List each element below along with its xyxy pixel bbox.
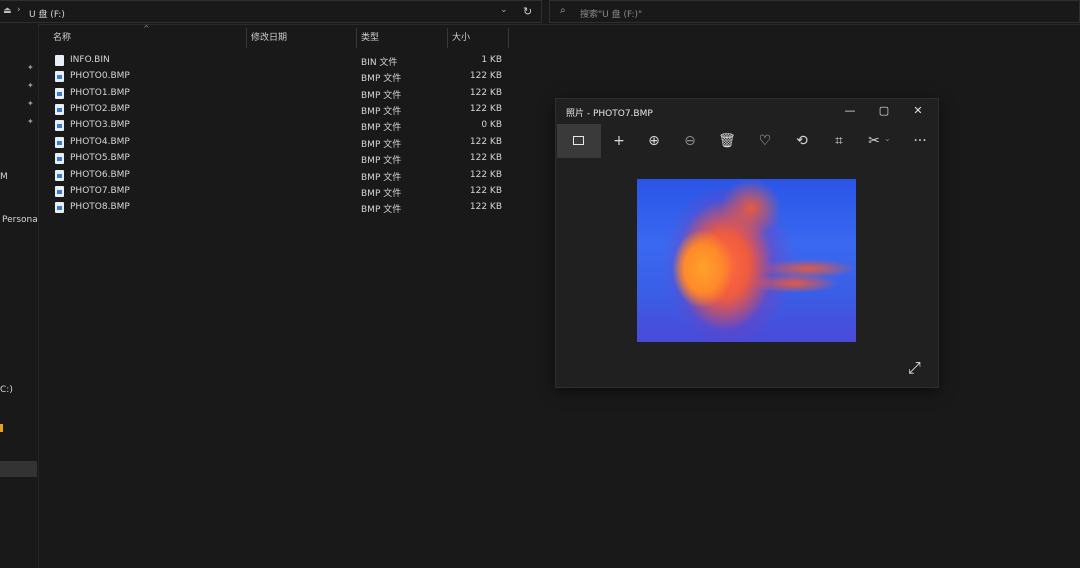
column-separator[interactable] xyxy=(356,28,357,48)
delete-icon[interactable]: 🗑 xyxy=(709,124,745,158)
address-path: U 盘 (F:) xyxy=(29,10,65,20)
file-type: BMP 文件 xyxy=(361,107,402,117)
file-size: 122 KB xyxy=(469,137,502,147)
crop-icon[interactable]: ⌗ xyxy=(821,124,857,158)
column-separator[interactable] xyxy=(508,28,509,48)
image-file-icon xyxy=(55,71,64,82)
file-name: INFO.BIN xyxy=(70,55,110,65)
file-row[interactable]: PHOTO3.BMP BMP 文件 0 KB xyxy=(52,118,512,134)
file-row[interactable]: PHOTO6.BMP BMP 文件 122 KB xyxy=(52,168,512,184)
file-size: 122 KB xyxy=(469,71,502,81)
file-name: PHOTO4.BMP xyxy=(70,137,130,147)
more-icon[interactable]: ··· xyxy=(902,124,938,158)
file-type: BMP 文件 xyxy=(361,91,402,101)
image-file-icon xyxy=(55,153,64,164)
file-name: PHOTO3.BMP xyxy=(70,120,130,130)
file-name: PHOTO0.BMP xyxy=(70,71,130,81)
file-row[interactable]: PHOTO2.BMP BMP 文件 122 KB xyxy=(52,102,512,118)
image-file-icon xyxy=(55,186,64,197)
file-name: PHOTO2.BMP xyxy=(70,104,130,114)
file-size: 0 KB xyxy=(481,120,502,130)
search-placeholder[interactable]: 搜索"U 盘 (F:)" xyxy=(580,7,642,20)
column-header-name[interactable]: 名称 xyxy=(53,30,71,46)
file-name: PHOTO6.BMP xyxy=(70,170,130,180)
column-separator[interactable] xyxy=(246,28,247,48)
file-name: PHOTO5.BMP xyxy=(70,153,130,163)
view-image-button[interactable] xyxy=(557,124,601,158)
file-type: BMP 文件 xyxy=(361,74,402,84)
file-size: 122 KB xyxy=(469,186,502,196)
file-icon xyxy=(55,55,64,66)
search-icon: ⌕ xyxy=(560,5,566,16)
view-image-icon xyxy=(573,136,584,145)
photos-window: 照片 - PHOTO7.BMP — ▢ ✕ + ⊕ ⊖ 🗑 ♡ ⟲ ⌗ ✂ ⌄ … xyxy=(556,99,938,387)
file-size: 122 KB xyxy=(469,88,502,98)
chevron-down-icon[interactable]: ⌄ xyxy=(884,134,891,143)
sidebar-item-selected[interactable] xyxy=(0,461,37,477)
zoom-in-icon[interactable]: ⊕ xyxy=(636,124,672,158)
file-row[interactable]: PHOTO0.BMP BMP 文件 122 KB xyxy=(52,69,512,85)
file-row[interactable]: PHOTO8.BMP BMP 文件 122 KB xyxy=(52,200,512,216)
chevron-right-icon: › xyxy=(17,5,21,15)
file-row[interactable]: INFO.BIN BIN 文件 1 KB xyxy=(52,53,512,69)
address-bar[interactable]: ⏏ › U 盘 (F:) ⌄ ↻ xyxy=(0,0,542,23)
sidebar-item-label[interactable]: Persona xyxy=(2,215,38,225)
column-header-type[interactable]: 类型 xyxy=(361,30,379,46)
file-row[interactable]: PHOTO1.BMP BMP 文件 122 KB xyxy=(52,86,512,102)
column-separator[interactable] xyxy=(447,28,448,48)
pin-icon: ✦ xyxy=(27,117,34,126)
image-file-icon xyxy=(55,88,64,99)
navigation-pane: ✦ ✦ ✦ ✦ M Persona C:) xyxy=(0,24,39,568)
file-type: BMP 文件 xyxy=(361,123,402,133)
file-name: PHOTO8.BMP xyxy=(70,202,130,212)
image-file-icon xyxy=(55,202,64,213)
pin-icon: ✦ xyxy=(27,99,34,108)
file-row[interactable]: PHOTO5.BMP BMP 文件 122 KB xyxy=(52,151,512,167)
chevron-down-icon[interactable]: ⌄ xyxy=(500,5,508,15)
rotate-icon[interactable]: ⟲ xyxy=(784,124,820,158)
minimize-icon[interactable]: — xyxy=(833,99,867,123)
file-name: PHOTO1.BMP xyxy=(70,88,130,98)
thermal-image xyxy=(637,179,856,342)
file-type: BMP 文件 xyxy=(361,156,402,166)
drive-icon: ⏏ xyxy=(3,6,12,16)
image-file-icon xyxy=(55,170,64,181)
add-icon[interactable]: + xyxy=(601,124,637,158)
refresh-icon[interactable]: ↻ xyxy=(523,5,532,18)
file-row[interactable]: PHOTO4.BMP BMP 文件 122 KB xyxy=(52,135,512,151)
sort-ascending-icon: ^ xyxy=(143,24,150,33)
pin-icon: ✦ xyxy=(27,81,34,90)
image-file-icon xyxy=(55,137,64,148)
file-size: 122 KB xyxy=(469,202,502,212)
sidebar-item-label[interactable]: M xyxy=(0,172,8,182)
file-type: BMP 文件 xyxy=(361,173,402,183)
file-size: 122 KB xyxy=(469,104,502,114)
file-size: 122 KB xyxy=(469,170,502,180)
pin-icon: ✦ xyxy=(27,63,34,72)
file-type: BMP 文件 xyxy=(361,189,402,199)
close-icon[interactable]: ✕ xyxy=(901,99,935,123)
drive-usage-marker xyxy=(0,424,3,432)
column-header-size[interactable]: 大小 xyxy=(452,30,470,46)
zoom-out-icon[interactable]: ⊖ xyxy=(672,124,708,158)
image-file-icon xyxy=(55,104,64,115)
sidebar-item-label[interactable]: C:) xyxy=(0,385,13,395)
column-header-date[interactable]: 修改日期 xyxy=(251,30,287,46)
search-box[interactable]: ⌕ 搜索"U 盘 (F:)" xyxy=(549,0,1080,23)
file-row[interactable]: PHOTO7.BMP BMP 文件 122 KB xyxy=(52,184,512,200)
image-file-icon xyxy=(55,120,64,131)
file-type: BMP 文件 xyxy=(361,140,402,150)
heart-icon[interactable]: ♡ xyxy=(747,124,783,158)
file-type: BMP 文件 xyxy=(361,205,402,215)
window-title: 照片 - PHOTO7.BMP xyxy=(566,109,653,119)
file-name: PHOTO7.BMP xyxy=(70,186,130,196)
file-size: 1 KB xyxy=(481,55,502,65)
file-size: 122 KB xyxy=(469,153,502,163)
expand-icon[interactable]: ⤢ xyxy=(908,358,921,378)
maximize-icon[interactable]: ▢ xyxy=(867,99,901,123)
file-type: BIN 文件 xyxy=(361,58,398,68)
